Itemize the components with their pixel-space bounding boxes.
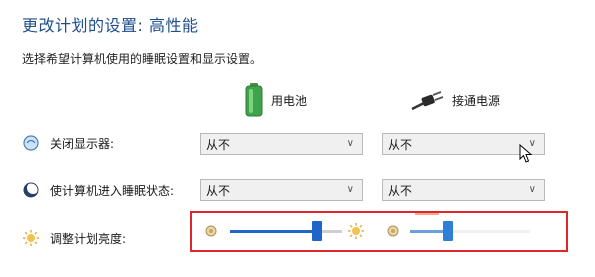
slider-thumb[interactable] xyxy=(443,221,453,241)
sleep-battery-select[interactable]: 从不 ∨ xyxy=(200,179,363,201)
battery-brightness-slider[interactable] xyxy=(230,221,342,243)
sleep-plugged-select[interactable]: 从不 ∨ xyxy=(382,179,545,201)
moon-icon xyxy=(23,182,39,198)
plugged-column-header: 接通电源 xyxy=(410,80,500,120)
slider-fill xyxy=(230,230,317,233)
sleep-plugged-value: 从不 xyxy=(388,183,413,198)
chevron-down-icon: ∨ xyxy=(528,184,536,195)
slider-thumb[interactable] xyxy=(312,221,322,241)
battery-column-header: 用电池 xyxy=(245,80,307,120)
chevron-down-icon: ∨ xyxy=(346,184,354,195)
battery-column-label: 用电池 xyxy=(271,93,308,108)
bright-sun-icon xyxy=(348,223,364,239)
sleep-battery-value: 从不 xyxy=(206,183,231,198)
page-title: 更改计划的设置: 高性能 xyxy=(22,16,199,35)
battery-icon xyxy=(245,83,263,117)
brightness-label: 调整计划亮度: xyxy=(50,231,127,246)
scan-artifact-mark xyxy=(415,213,439,215)
display-off-plugged-value: 从不 xyxy=(388,137,413,152)
power-plug-icon xyxy=(411,91,444,111)
monitor-icon xyxy=(23,135,39,151)
dim-sun-icon xyxy=(387,225,399,237)
plugged-column-label: 接通电源 xyxy=(452,93,501,108)
chevron-down-icon: ∨ xyxy=(346,138,354,149)
sun-icon xyxy=(23,230,39,246)
page-subtitle: 选择希望计算机使用的睡眠设置和显示设置。 xyxy=(22,52,263,66)
display-off-battery-value: 从不 xyxy=(206,137,231,152)
display-off-battery-select[interactable]: 从不 ∨ xyxy=(200,133,363,155)
brightness-row-label: 调整计划亮度: xyxy=(22,229,126,247)
plugged-brightness-slider[interactable] xyxy=(410,221,530,243)
display-off-row-label: 关闭显示器: xyxy=(22,134,114,152)
sleep-row-label: 使计算机进入睡眠状态: xyxy=(22,181,174,199)
dim-sun-icon xyxy=(205,225,217,237)
sleep-label: 使计算机进入睡眠状态: xyxy=(50,183,175,198)
display-off-label: 关闭显示器: xyxy=(50,136,115,151)
mouse-cursor-icon xyxy=(519,144,533,163)
